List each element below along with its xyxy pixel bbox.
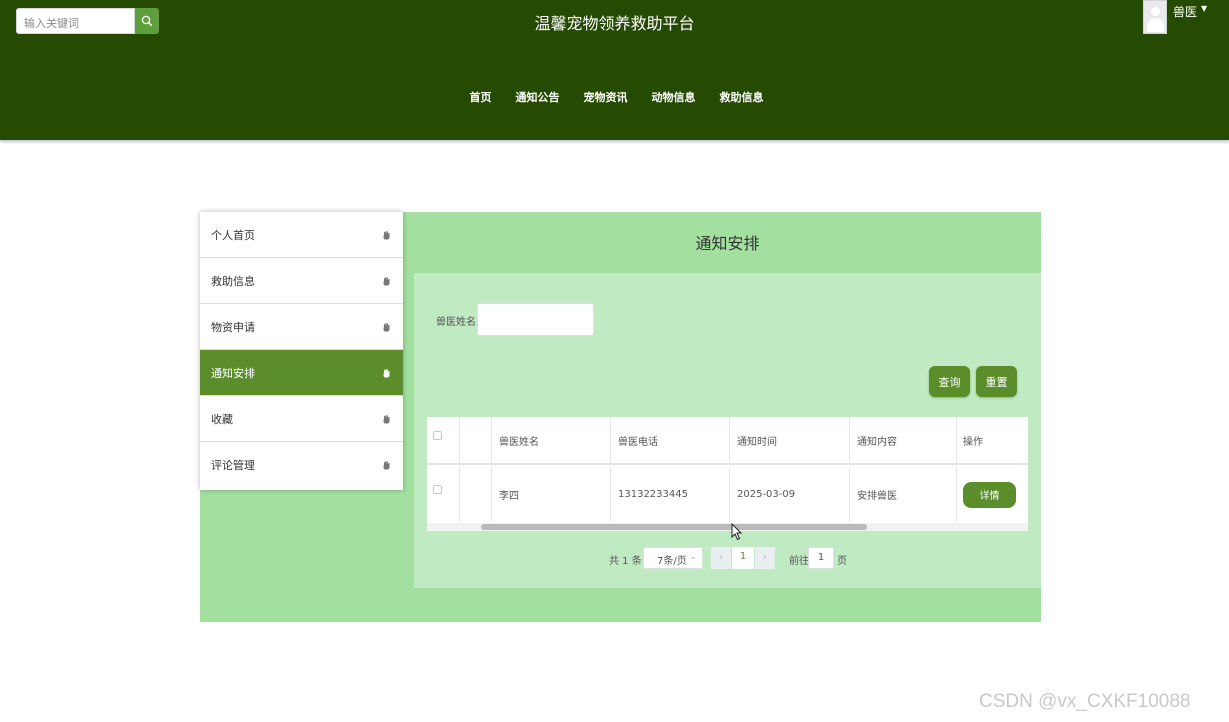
avatar-body <box>1147 18 1164 32</box>
sidebar: 个人首页 救助信息 物资申请 通知安排 收藏 评论管理 <box>200 212 403 490</box>
sidebar-item-rescue[interactable]: 救助信息 <box>200 258 403 304</box>
hand-icon <box>383 276 390 285</box>
index-header <box>460 417 492 463</box>
goto-label: 前往 <box>789 556 809 567</box>
vet-name-input[interactable] <box>477 303 594 336</box>
page-size-value: 7条/页 <box>657 556 687 567</box>
table-cell: 李四 <box>492 467 611 522</box>
chevron-right-icon: › <box>762 550 768 563</box>
table-cell: 2025-03-09 <box>730 467 850 522</box>
column-header: 通知时间 <box>730 417 850 463</box>
nav-item-pet-news[interactable]: 宠物资讯 <box>584 89 628 105</box>
main-nav: 首页 通知公告 宠物资讯 动物信息 救助信息 <box>0 89 1229 105</box>
query-button[interactable]: 查询 <box>929 366 970 397</box>
sidebar-item-label: 物资申请 <box>211 320 255 334</box>
detail-button[interactable]: 详情 <box>963 481 1016 508</box>
site-title: 温馨宠物领养救助平台 <box>534 14 695 33</box>
scrollbar-thumb[interactable] <box>481 524 867 530</box>
sidebar-item-notices[interactable]: 通知安排 <box>200 350 403 396</box>
page-number-button[interactable]: 1 <box>732 547 754 569</box>
hand-icon <box>383 414 390 423</box>
sidebar-item-comments[interactable]: 评论管理 <box>200 442 403 488</box>
filter-label: 兽医姓名 <box>436 317 476 328</box>
nav-item-notices[interactable]: 通知公告 <box>516 89 560 105</box>
column-header: 通知内容 <box>850 417 957 463</box>
select-all-cell <box>427 417 460 463</box>
pagination-total: 共 1 条 <box>609 556 642 567</box>
sidebar-item-label: 收藏 <box>211 412 233 426</box>
avatar-head <box>1151 7 1160 16</box>
page-suffix-label: 页 <box>837 556 847 567</box>
watermark: CSDN @vx_CXKF10088 <box>979 691 1191 712</box>
row-checkbox[interactable] <box>433 485 442 494</box>
nav-item-rescue[interactable]: 救助信息 <box>720 89 764 105</box>
next-page-button[interactable]: › <box>755 547 775 569</box>
chevron-left-icon: ‹ <box>718 550 724 563</box>
column-header: 操作 <box>963 436 983 448</box>
sidebar-item-label: 救助信息 <box>211 274 255 288</box>
avatar[interactable] <box>1143 0 1167 34</box>
prev-page-button[interactable]: ‹ <box>711 547 731 569</box>
chevron-down-icon: ⌄ <box>690 552 697 561</box>
page-size-select[interactable]: 7条/页 ⌄ <box>643 547 703 569</box>
hand-icon <box>383 322 390 331</box>
data-table: 兽医姓名 兽医电话 通知时间 通知内容 操作 李四 13132233445 20… <box>427 417 1028 531</box>
sidebar-item-label: 个人首页 <box>211 228 255 242</box>
horizontal-scrollbar[interactable] <box>427 523 1028 531</box>
sidebar-item-profile[interactable]: 个人首页 <box>200 212 403 258</box>
table-cell: 安排兽医 <box>850 467 957 522</box>
sidebar-item-supplies[interactable]: 物资申请 <box>200 304 403 350</box>
select-cell <box>427 467 460 522</box>
hand-icon <box>383 368 390 377</box>
table-cell: 13132233445 <box>611 467 730 522</box>
sidebar-item-favorites[interactable]: 收藏 <box>200 396 403 442</box>
column-header: 兽医电话 <box>611 417 730 463</box>
nav-item-home[interactable]: 首页 <box>470 89 492 105</box>
top-header: 输入关键词 温馨宠物领养救助平台 兽医 ▼ 首页 通知公告 宠物资讯 动物信息 … <box>0 0 1229 140</box>
nav-item-animals[interactable]: 动物信息 <box>652 89 696 105</box>
table-row: 李四 13132233445 2025-03-09 安排兽医 详情 <box>427 467 1028 522</box>
hand-icon <box>383 230 390 239</box>
sidebar-item-label: 评论管理 <box>211 459 255 472</box>
column-header: 兽医姓名 <box>492 417 611 463</box>
table-header: 兽医姓名 兽医电话 通知时间 通知内容 操作 <box>427 417 1028 465</box>
hand-icon <box>383 461 390 470</box>
goto-page-input[interactable]: 1 <box>808 547 834 569</box>
page-title: 通知安排 <box>695 234 760 253</box>
reset-button[interactable]: 重置 <box>976 366 1017 397</box>
sidebar-item-label: 通知安排 <box>211 366 255 380</box>
user-name[interactable]: 兽医 <box>1173 3 1197 20</box>
select-all-checkbox[interactable] <box>433 431 442 440</box>
mouse-cursor-icon <box>731 523 743 541</box>
action-cell: 详情 <box>957 467 1028 522</box>
index-cell <box>460 467 492 522</box>
caret-down-icon[interactable]: ▼ <box>1201 4 1207 13</box>
